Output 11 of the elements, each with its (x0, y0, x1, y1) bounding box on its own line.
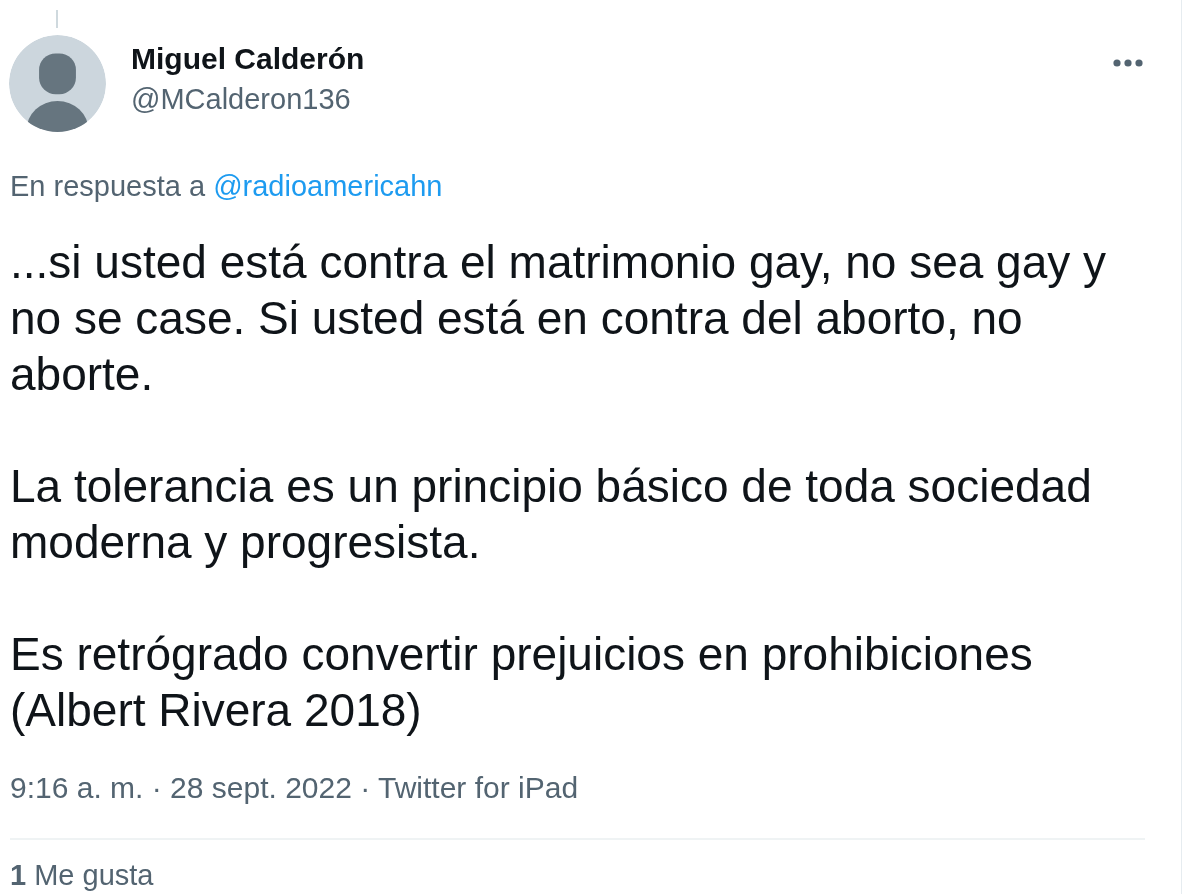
reply-context: En respuesta a @radioamericahn (10, 169, 444, 204)
tweet-text: La tolerancia es un principio básico de toda sociedad moderna y progresista. (10, 459, 1093, 570)
tweet-text: Es retrógrado convertir prejuicios en prohibiciones (Albert Rivera 2018) (10, 627, 1034, 738)
author-handle[interactable]: @MCalderon136 (131, 79, 351, 119)
author-name[interactable]: Miguel Calderón (131, 39, 365, 79)
tweet-timestamp[interactable]: 9:16 a. m. · 28 sept. 2022 · Twitter for iPad (10, 768, 579, 808)
more-icon (1113, 59, 1143, 67)
likes-count[interactable]: 1 Me gusta (10, 856, 154, 894)
tweet-text: ...si usted está contra el matrimonio gay, no sea gay y no se case. Si usted está en contra del aborto, no aborte. (10, 235, 1108, 402)
thread-line (56, 10, 58, 28)
avatar-icon[interactable] (9, 35, 106, 132)
